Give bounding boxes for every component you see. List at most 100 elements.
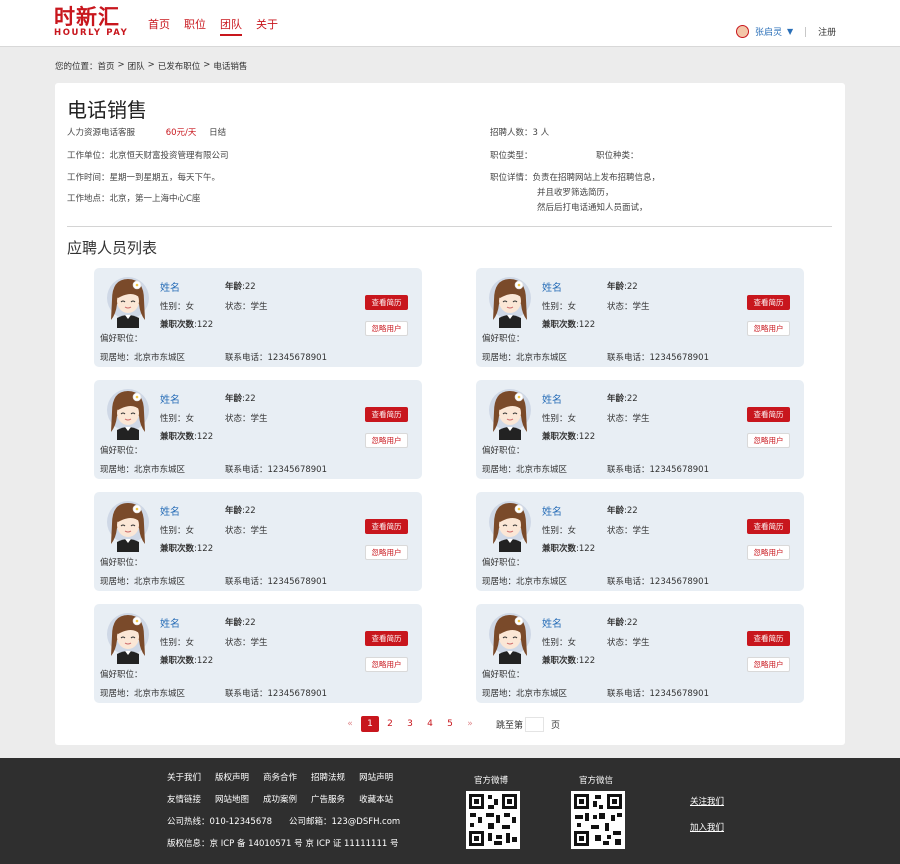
applicant-name[interactable]: 姓名	[542, 503, 562, 518]
view-resume-button[interactable]: 查看简历	[365, 295, 408, 310]
chevron-down-icon[interactable]: ▼	[787, 27, 793, 36]
follow-us-link[interactable]: 关注我们	[690, 795, 724, 807]
view-resume-button[interactable]: 查看简历	[365, 631, 408, 646]
ignore-user-button[interactable]: 忽略用户	[747, 321, 790, 336]
applicant-count: 兼职次数:122	[160, 654, 213, 666]
applicant-gender: 性别：女	[160, 302, 195, 312]
applicant-name[interactable]: 姓名	[160, 615, 180, 630]
applicant-age: 年龄:22	[225, 280, 256, 292]
view-resume-button[interactable]: 查看简历	[747, 631, 790, 646]
ignore-user-button[interactable]: 忽略用户	[365, 433, 408, 448]
ignore-user-button[interactable]: 忽略用户	[747, 657, 790, 672]
applicant-gender: 性别：女	[542, 638, 577, 648]
page-button-1[interactable]: 1	[361, 716, 379, 732]
applicant-name[interactable]: 姓名	[160, 503, 180, 518]
job-salary: 60元/天	[165, 128, 197, 138]
jump-unit: 页	[551, 720, 561, 731]
applicant-gender: 性别：女	[160, 526, 195, 536]
footer-link-bookmark[interactable]: 收藏本站	[359, 793, 393, 805]
prev-page-button[interactable]: «	[340, 719, 360, 729]
breadcrumb-home[interactable]: 您的位置：首页	[55, 60, 115, 72]
applicant-count: 兼职次数:122	[542, 542, 595, 554]
ignore-user-button[interactable]: 忽略用户	[747, 433, 790, 448]
breadcrumb-published-jobs[interactable]: 已发布职位	[158, 60, 201, 72]
section-divider	[67, 226, 832, 227]
footer-link-regulations[interactable]: 招聘法规	[311, 771, 345, 783]
applicant-address: 现居地：北京市东城区	[100, 577, 186, 587]
breadcrumb-sep: >	[203, 60, 211, 70]
view-resume-button[interactable]: 查看简历	[747, 407, 790, 422]
applicant-card: 姓名 年龄:22 性别：女 状态：学生 兼职次数:122 偏好职位： 现居地：北京市东城区 联…	[476, 380, 804, 479]
applicant-status: 状态：学生	[607, 638, 650, 648]
weibo-qr-icon	[466, 791, 520, 849]
applicant-gender: 性别：女	[542, 526, 577, 536]
register-link[interactable]: 注册	[818, 25, 836, 38]
weixin-qr-icon	[571, 791, 625, 849]
applicant-preferred-job: 偏好职位：	[100, 334, 143, 344]
applicant-name[interactable]: 姓名	[542, 279, 562, 294]
footer-link-about[interactable]: 关于我们	[167, 771, 201, 783]
applicant-age: 年龄:22	[607, 280, 638, 292]
applicant-address: 现居地：北京市东城区	[482, 465, 568, 475]
applicant-name[interactable]: 姓名	[542, 615, 562, 630]
applicant-gender: 性别：女	[542, 302, 577, 312]
applicant-avatar	[106, 610, 150, 664]
applicant-age-value: :22	[242, 618, 256, 628]
nav-team[interactable]: 团队	[220, 16, 242, 36]
logo-en-text: HOURLY PAY	[54, 28, 129, 38]
page-button-5[interactable]: 5	[440, 719, 460, 729]
jump-page-input[interactable]	[525, 716, 545, 732]
user-name-link[interactable]: 张启灵	[755, 25, 782, 38]
footer-link-friends[interactable]: 友情链接	[167, 793, 201, 805]
applicant-count-label: 兼职次数	[542, 432, 577, 442]
site-logo[interactable]: 时新汇 HOURLY PAY	[54, 6, 130, 42]
applicant-count: 兼职次数:122	[542, 654, 595, 666]
applicant-age-label: 年龄	[225, 618, 243, 628]
ignore-user-button[interactable]: 忽略用户	[365, 321, 408, 336]
applicant-address: 现居地：北京市东城区	[100, 353, 186, 363]
view-resume-button[interactable]: 查看简历	[365, 407, 408, 422]
ignore-user-button[interactable]: 忽略用户	[365, 545, 408, 560]
nav-about[interactable]: 关于	[256, 16, 278, 36]
job-kind: 职位种类：	[596, 151, 639, 161]
applicant-name[interactable]: 姓名	[160, 279, 180, 294]
join-us-link[interactable]: 加入我们	[690, 821, 724, 833]
nav-home[interactable]: 首页	[148, 16, 170, 36]
weibo-title: 官方微博	[474, 776, 509, 786]
applicant-preferred-job: 偏好职位：	[100, 446, 143, 456]
applicant-avatar	[106, 386, 150, 440]
footer-link-business[interactable]: 商务合作	[263, 771, 297, 783]
job-recruit-count: 招聘人数：3 人	[490, 128, 550, 138]
ignore-user-button[interactable]: 忽略用户	[365, 657, 408, 672]
page-button-2[interactable]: 2	[380, 719, 400, 729]
applicant-count-value: :122	[194, 432, 214, 442]
applicant-address: 现居地：北京市东城区	[100, 689, 186, 699]
footer-link-ads[interactable]: 广告服务	[311, 793, 345, 805]
logo-cn-text: 时新汇	[54, 5, 120, 29]
applicant-name[interactable]: 姓名	[542, 391, 562, 406]
footer-link-sitemap[interactable]: 网站地图	[215, 793, 249, 805]
breadcrumb: 您的位置：首页 > 团队 > 已发布职位 > 电话销售	[55, 60, 250, 72]
applicant-name[interactable]: 姓名	[160, 391, 180, 406]
page-button-4[interactable]: 4	[420, 719, 440, 729]
view-resume-button[interactable]: 查看简历	[365, 519, 408, 534]
page-button-3[interactable]: 3	[400, 719, 420, 729]
applicant-status: 状态：学生	[225, 526, 268, 536]
next-page-button[interactable]: »	[460, 719, 480, 729]
view-resume-button[interactable]: 查看简历	[747, 519, 790, 534]
footer-link-cases[interactable]: 成功案例	[263, 793, 297, 805]
footer-link-statement[interactable]: 网站声明	[359, 771, 393, 783]
footer-links-row1: 关于我们 版权声明 商务合作 招聘法规 网站声明	[167, 771, 407, 783]
nav-jobs[interactable]: 职位	[184, 16, 206, 36]
view-resume-button[interactable]: 查看简历	[747, 295, 790, 310]
applicant-count-label: 兼职次数	[542, 656, 577, 666]
applicant-phone: 联系电话：12345678901	[225, 353, 327, 363]
user-avatar-icon[interactable]	[736, 25, 749, 38]
footer-link-copyright[interactable]: 版权声明	[215, 771, 249, 783]
job-settle: 日结	[209, 128, 227, 138]
ignore-user-button[interactable]: 忽略用户	[747, 545, 790, 560]
applicant-avatar	[488, 386, 532, 440]
applicant-status: 状态：学生	[225, 302, 268, 312]
breadcrumb-team[interactable]: 团队	[128, 60, 145, 72]
job-time: 工作时间：星期一到星期五，每天下午。	[67, 173, 221, 183]
